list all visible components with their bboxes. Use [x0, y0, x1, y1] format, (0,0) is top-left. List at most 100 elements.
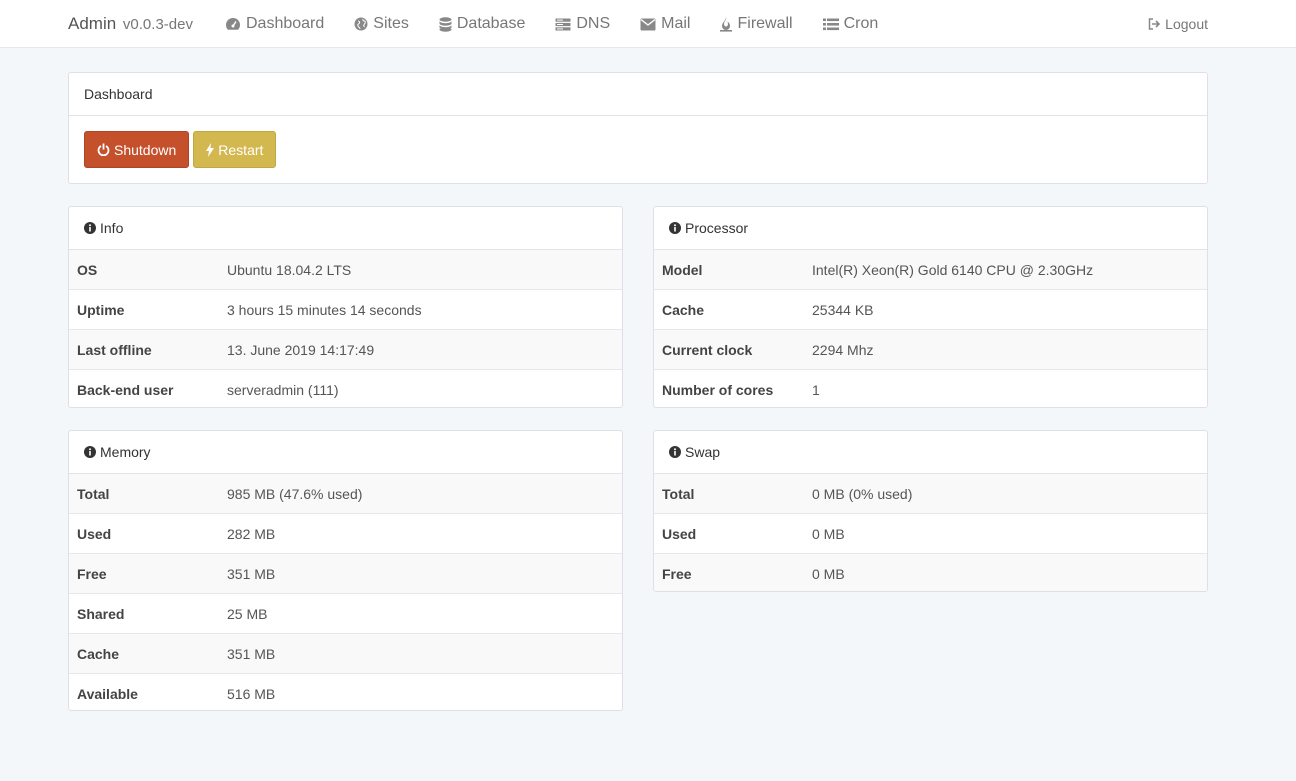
panel-heading: Processor [654, 207, 1207, 250]
row-key: Last offline [69, 329, 219, 370]
database-icon [439, 16, 452, 32]
table-row: Back-end user serveradmin (111) [69, 370, 622, 408]
info-table: OS Ubuntu 18.04.2 LTS Uptime 3 hours 15 mi… [69, 250, 622, 408]
row-key: Uptime [69, 289, 219, 330]
nav-item-firewall[interactable]: Firewall [720, 15, 793, 33]
panel-title: Memory [100, 444, 151, 460]
nav-label: DNS [576, 15, 611, 32]
panel-heading: Info [69, 207, 622, 250]
table-row: Cache 25344 KB [654, 289, 1207, 330]
row-key: Cache [654, 289, 804, 330]
table-row: Total 0 MB (0% used) [654, 474, 1207, 514]
main-nav: Dashboard Sites Database DNS Mail Firewa… [225, 15, 908, 33]
row-key: Free [69, 553, 219, 594]
brand-version: v0.0.3-dev [122, 16, 193, 33]
nav-item-cron[interactable]: Cron [822, 15, 878, 33]
row-value: 25344 KB [804, 289, 1207, 330]
nav-label: Sites [373, 15, 409, 32]
dashboard-panel: Dashboard Shutdown Restart [68, 72, 1208, 184]
bolt-icon [206, 142, 215, 157]
table-row: Last offline 13. June 2019 14:17:49 [69, 329, 622, 370]
row-key: Total [654, 474, 804, 514]
table-row: Free 351 MB [69, 553, 622, 594]
info-panel: Info OS Ubuntu 18.04.2 LTS Uptime 3 hours … [68, 206, 623, 408]
row-key: Back-end user [77, 381, 174, 398]
nav-label: Mail [661, 15, 691, 32]
table-row: Uptime 3 hours 15 minutes 14 seconds [69, 289, 622, 330]
nav-label: Dashboard [246, 15, 325, 32]
nav-item-mail[interactable]: Mail [640, 15, 690, 33]
row-value: 1 [812, 381, 820, 398]
row-value: 0 MB (0% used) [804, 474, 1207, 514]
table-row: Number of cores 1 [654, 370, 1207, 408]
table-row: Shared 25 MB [69, 593, 622, 634]
info-icon [84, 446, 96, 458]
row-value: 351 MB [219, 633, 622, 674]
envelope-icon [640, 18, 656, 30]
table-row: OS Ubuntu 18.04.2 LTS [69, 250, 622, 290]
row-value: 2294 Mhz [804, 329, 1207, 370]
table-row: Cache 351 MB [69, 633, 622, 674]
globe-icon [354, 17, 368, 31]
nav-label: Firewall [737, 15, 793, 32]
row-value: serveradmin (111) [227, 381, 339, 398]
row-value: Intel(R) Xeon(R) Gold 6140 CPU @ 2.30GHz [804, 250, 1207, 290]
row-value: 0 MB [804, 513, 1207, 554]
row-key: Current clock [654, 329, 804, 370]
processor-table: Model Intel(R) Xeon(R) Gold 6140 CPU @ 2.… [654, 250, 1207, 408]
restart-button[interactable]: Restart [193, 131, 277, 168]
swap-table: Total 0 MB (0% used) Used 0 MB Free 0 MB [654, 474, 1207, 591]
table-row: Used 282 MB [69, 513, 622, 554]
logout-link[interactable]: Logout [1148, 16, 1208, 32]
row-value: 351 MB [219, 553, 622, 594]
row-key: Model [654, 250, 804, 290]
row-key: Cache [69, 633, 219, 674]
row-key: Used [69, 513, 219, 554]
row-key: Used [654, 513, 804, 554]
brand-name: Admin [68, 14, 117, 33]
row-value: 282 MB [219, 513, 622, 554]
row-value: 985 MB (47.6% used) [219, 474, 622, 514]
table-row: Model Intel(R) Xeon(R) Gold 6140 CPU @ 2.… [654, 250, 1207, 290]
nav-item-dashboard[interactable]: Dashboard [225, 15, 324, 33]
power-icon [97, 143, 110, 156]
row-key: Number of cores [662, 381, 774, 398]
fire-icon [720, 17, 733, 32]
brand[interactable]: Admin v0.0.3-dev [68, 14, 193, 34]
nav-item-sites[interactable]: Sites [354, 15, 409, 33]
panel-title: Info [100, 220, 124, 236]
info-icon [669, 446, 681, 458]
panel-title: Swap [685, 444, 721, 460]
panel-title: Processor [685, 220, 749, 236]
shutdown-button[interactable]: Shutdown [84, 131, 190, 168]
info-icon [84, 222, 96, 234]
processor-panel: Processor Model Intel(R) Xeon(R) Gold 614… [653, 206, 1208, 408]
memory-table: Total 985 MB (47.6% used) Used 282 MB Free… [69, 474, 622, 711]
table-row: Available 516 MB [69, 674, 622, 711]
info-icon [669, 222, 681, 234]
row-value: 3 hours 15 minutes 14 seconds [219, 289, 622, 330]
memory-panel: Memory Total 985 MB (47.6% used) Used 282 … [68, 430, 623, 711]
row-value: 13. June 2019 14:17:49 [219, 329, 622, 370]
swap-panel: Swap Total 0 MB (0% used) Used 0 MB Free 0 … [653, 430, 1208, 592]
nav-label: Database [456, 15, 526, 32]
panel-heading: Dashboard [69, 73, 1207, 116]
nav-item-database[interactable]: Database [439, 15, 526, 33]
server-icon [555, 18, 571, 30]
panel-title: Dashboard [84, 86, 153, 102]
row-value: 25 MB [219, 593, 622, 634]
list-icon [822, 18, 839, 30]
row-key: Free [654, 553, 804, 591]
row-key: Total [69, 474, 219, 514]
row-value: 516 MB [227, 685, 276, 702]
row-key: Shared [69, 593, 219, 634]
table-row: Free 0 MB [654, 553, 1207, 591]
panel-heading: Swap [654, 431, 1207, 474]
table-row: Total 985 MB (47.6% used) [69, 474, 622, 514]
row-key: OS [69, 250, 219, 290]
shutdown-label: Shutdown [114, 141, 177, 158]
logout-label: Logout [1165, 16, 1208, 32]
nav-item-dns[interactable]: DNS [555, 15, 610, 33]
dashboard-icon [226, 18, 240, 30]
row-value: Ubuntu 18.04.2 LTS [219, 250, 622, 290]
